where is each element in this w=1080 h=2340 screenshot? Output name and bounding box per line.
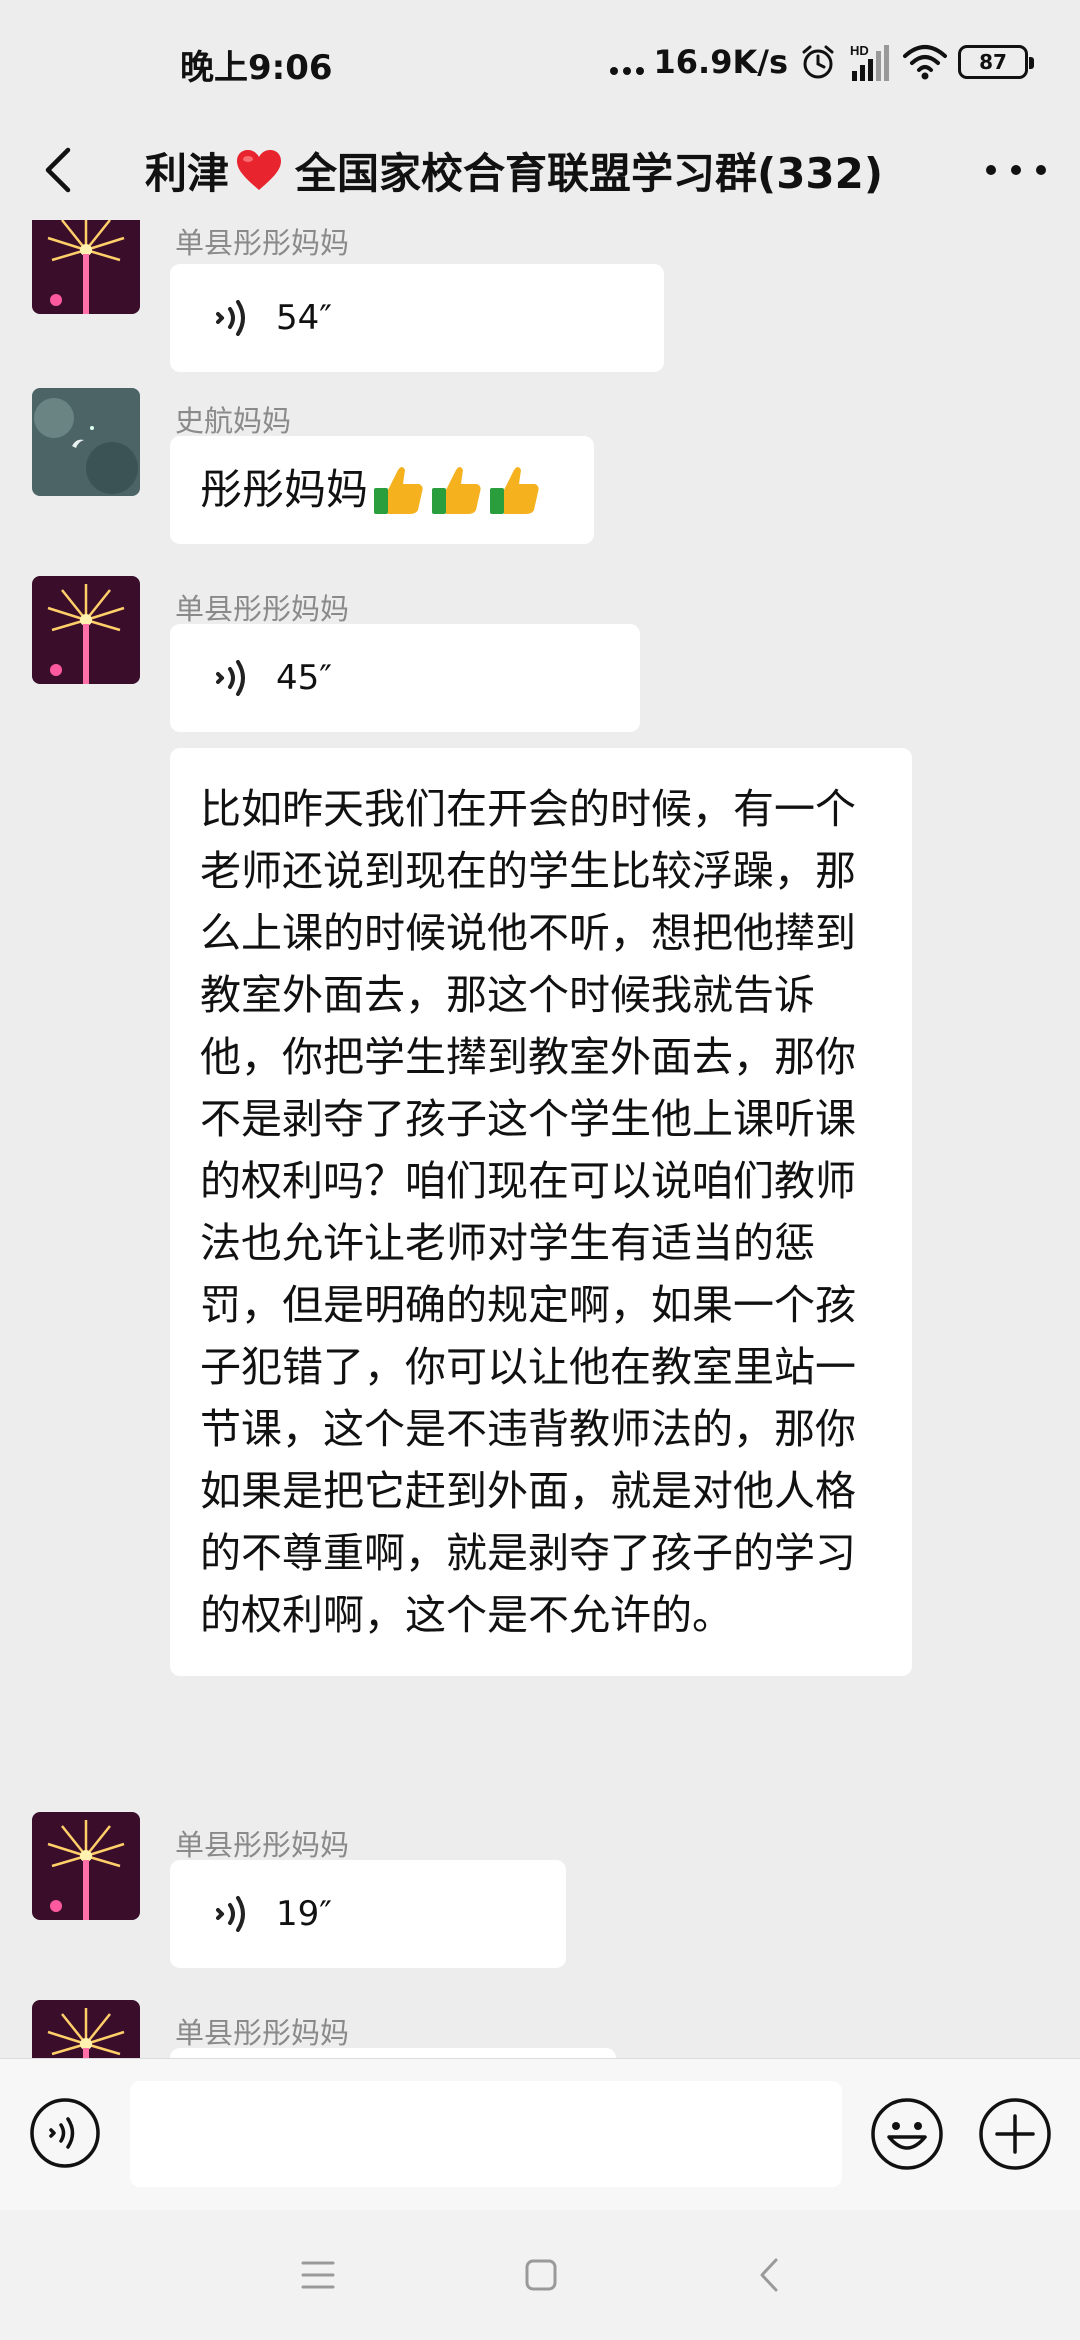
avatar[interactable]	[32, 2000, 140, 2058]
dots-icon	[609, 47, 644, 77]
fireworks-avatar-icon	[32, 2000, 140, 2058]
voice-wave-icon	[216, 1896, 245, 1932]
text-message-bubble[interactable]: 比如昨天我们在开会的时候，有一个老师还说到现在的学生比较浮躁，那么上课的时候说他…	[170, 748, 912, 1676]
voice-toggle-icon[interactable]	[29, 2097, 101, 2169]
chat-header: 利津 全国家校合育联盟学习群(332)	[0, 120, 1080, 220]
thumbs-up-icon	[432, 467, 481, 514]
input-bar	[0, 2058, 1080, 2210]
emoji-icon[interactable]	[870, 2097, 944, 2171]
back-icon[interactable]	[754, 2256, 784, 2294]
avatar[interactable]	[32, 576, 140, 684]
system-navigation-bar	[0, 2210, 1080, 2340]
more-icon[interactable]	[986, 142, 1046, 198]
wifi-icon	[903, 45, 947, 80]
status-time: 晚上9:06	[180, 48, 333, 88]
voice-duration: 19″	[276, 1894, 332, 1934]
back-arrow-icon[interactable]	[28, 138, 92, 202]
chat-title[interactable]: 利津 全国家校合育联盟学习群(332)	[145, 138, 945, 202]
fireworks-avatar-icon	[32, 1812, 140, 1920]
thumbs-up-icon	[490, 467, 539, 514]
avatar[interactable]	[32, 220, 140, 314]
message-text: 比如昨天我们在开会的时候，有一个老师还说到现在的学生比较浮躁，那么上课的时候说他…	[200, 785, 856, 1639]
hd-label: HD	[850, 43, 869, 58]
battery-icon: 87	[958, 45, 1034, 79]
status-icons: 16.9K/s HD 87	[609, 36, 1034, 88]
signal-icon: HD	[850, 43, 889, 81]
alarm-icon	[802, 45, 834, 79]
text-message-bubble[interactable]: 彤彤妈妈	[170, 436, 594, 544]
net-speed: 16.9K/s	[653, 43, 788, 81]
heart-icon	[237, 150, 282, 190]
message-list[interactable]: 单县彤彤妈妈 54″ 史航妈妈 彤彤妈妈 单县彤彤妈妈 45″ 比如昨天我们在开…	[0, 220, 1080, 2058]
avatar[interactable]	[32, 1812, 140, 1920]
voice-message-bubble[interactable]	[170, 2048, 616, 2058]
fireworks-avatar-icon	[32, 220, 140, 314]
sender-name: 史航妈妈	[175, 404, 292, 438]
voice-wave-icon	[216, 300, 245, 336]
thumbs-up-icon	[374, 467, 423, 514]
message-text: 彤彤妈妈	[200, 465, 369, 514]
status-bar: 晚上9:06 16.9K/s HD 87	[0, 0, 1080, 120]
voice-duration: 45″	[276, 658, 332, 698]
message-input[interactable]	[130, 2081, 842, 2187]
fireworks-avatar-icon	[32, 576, 140, 684]
sender-name: 单县彤彤妈妈	[175, 592, 350, 626]
home-icon[interactable]	[524, 2258, 558, 2292]
voice-wave-icon	[216, 660, 245, 696]
plus-icon[interactable]	[978, 2097, 1052, 2171]
avatar[interactable]	[32, 388, 140, 496]
sender-name: 单县彤彤妈妈	[175, 226, 350, 260]
sender-name: 单县彤彤妈妈	[175, 2016, 350, 2050]
chat-title-prefix: 利津	[145, 148, 230, 198]
sender-name: 单县彤彤妈妈	[175, 1828, 350, 1862]
voice-duration: 54″	[276, 298, 332, 338]
voice-message-bubble[interactable]: 19″	[170, 1860, 566, 1968]
chat-title-name: 全国家校合育联盟学习群(332)	[295, 148, 884, 198]
voice-message-bubble[interactable]: 45″	[170, 624, 640, 732]
night-sky-avatar-icon	[32, 388, 140, 496]
battery-level: 87	[979, 50, 1007, 74]
voice-message-bubble[interactable]: 54″	[170, 264, 664, 372]
menu-icon[interactable]	[300, 2258, 336, 2292]
